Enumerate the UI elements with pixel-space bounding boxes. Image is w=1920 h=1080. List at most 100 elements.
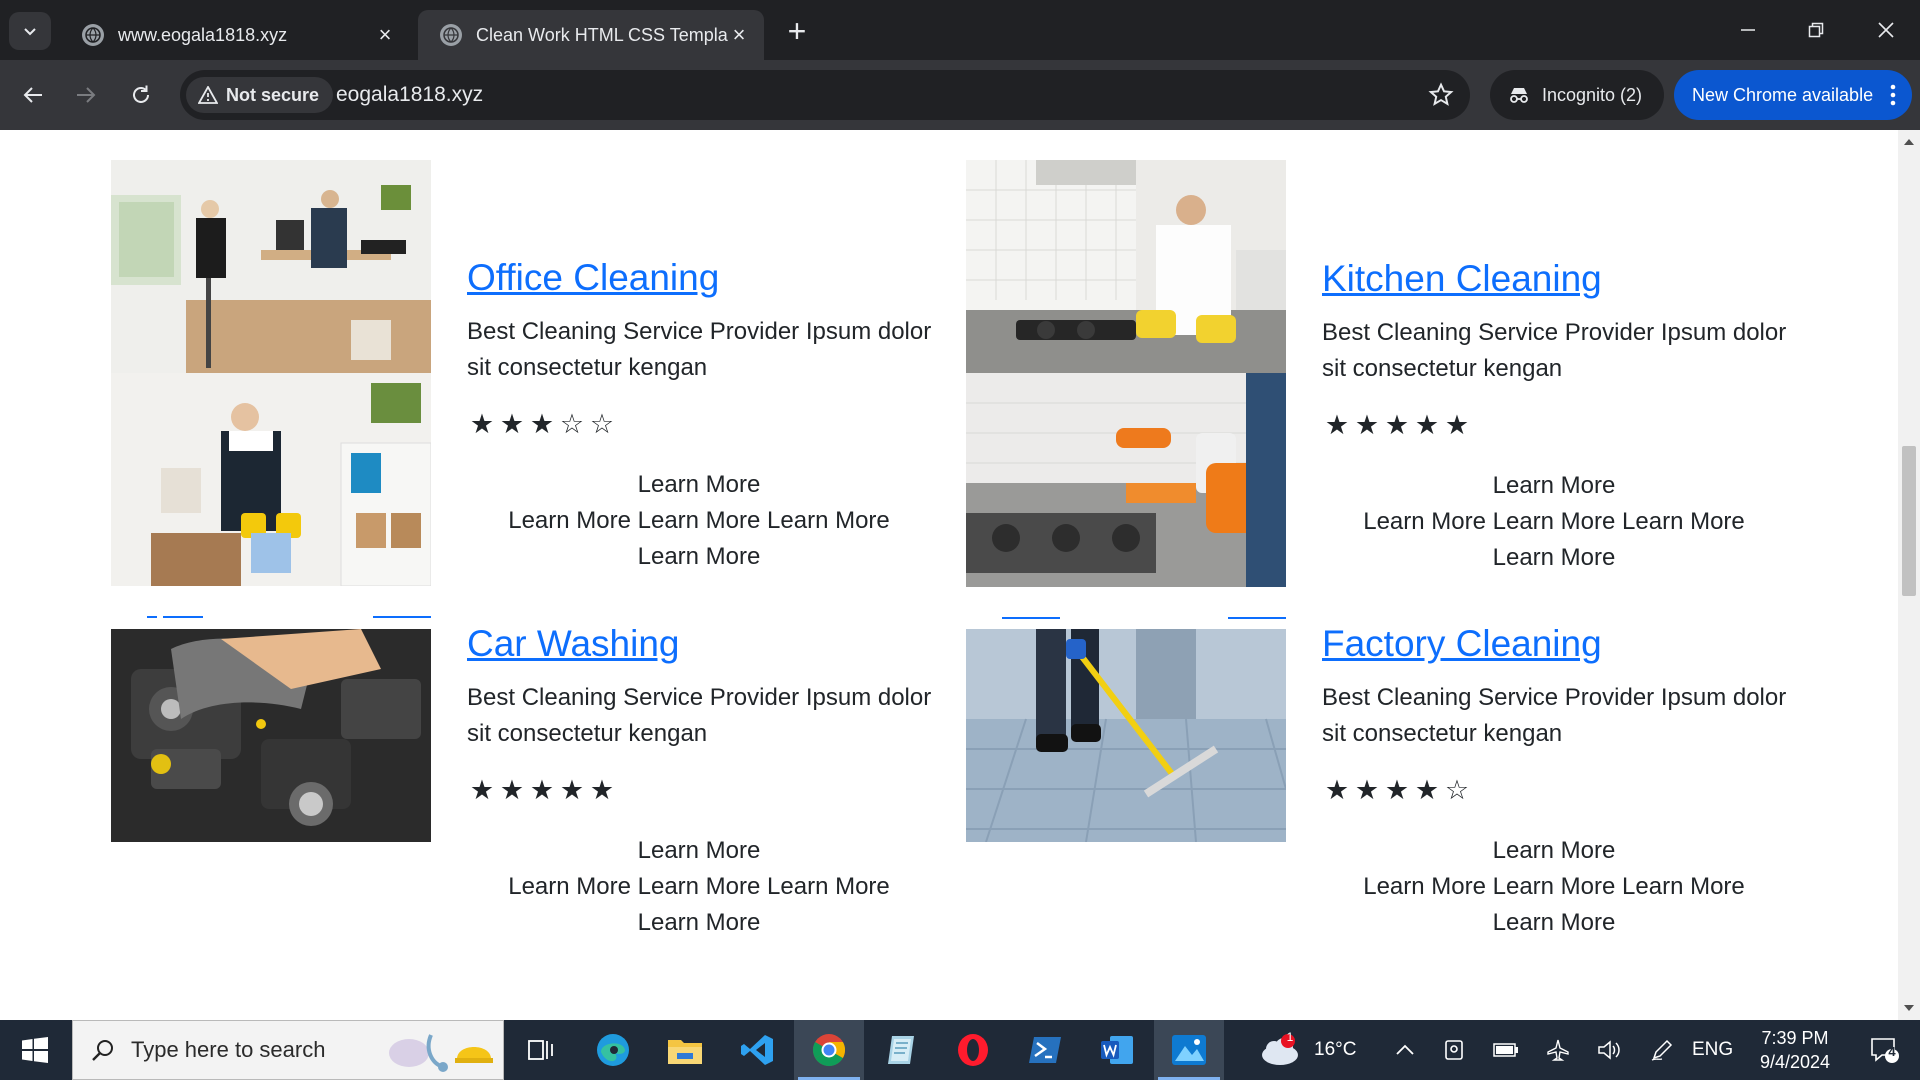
- photos-app-icon[interactable]: [1154, 1020, 1224, 1080]
- close-icon[interactable]: ×: [374, 22, 396, 47]
- scroll-down-arrow-icon[interactable]: [1898, 998, 1920, 1018]
- tab-search-button[interactable]: [9, 12, 51, 50]
- taskbar-search-box[interactable]: Type here to search: [72, 1020, 504, 1080]
- tab-clean-work[interactable]: Clean Work HTML CSS Template ×: [418, 10, 764, 60]
- forward-button[interactable]: [66, 75, 106, 115]
- learn-more-link[interactable]: Learn More Learn More Learn More: [1363, 508, 1745, 535]
- star-empty-icon: ☆: [589, 409, 615, 439]
- update-chrome-button[interactable]: New Chrome available: [1674, 70, 1912, 120]
- start-button[interactable]: [0, 1020, 70, 1080]
- star-filled-icon: ★: [499, 409, 525, 439]
- powershell-icon[interactable]: [1010, 1020, 1080, 1080]
- star-filled-icon: ★: [1324, 410, 1350, 440]
- learn-more-link[interactable]: Learn More Learn More Learn More: [508, 507, 890, 534]
- star-filled-icon: ★: [529, 775, 555, 805]
- kitchen-cleaning-image-1: [966, 160, 1286, 373]
- learn-more-links: Learn More Learn More Learn More Learn M…: [1322, 833, 1786, 941]
- edge-browser-icon[interactable]: [578, 1020, 648, 1080]
- file-explorer-icon[interactable]: [650, 1020, 720, 1080]
- chrome-icon[interactable]: [794, 1020, 864, 1080]
- airplane-mode-icon[interactable]: [1532, 1020, 1584, 1080]
- meet-now-icon[interactable]: [1428, 1020, 1480, 1080]
- reload-button[interactable]: [121, 75, 161, 115]
- windows-logo-icon: [22, 1037, 48, 1063]
- address-bar[interactable]: Not secure eogala1818.xyz: [180, 70, 1470, 120]
- tab-eogala[interactable]: www.eogala1818.xyz ×: [60, 10, 410, 60]
- service-title-link[interactable]: Factory Cleaning: [1322, 623, 1602, 665]
- back-button[interactable]: [13, 75, 53, 115]
- service-description: Best Cleaning Service Provider Ipsum dol…: [1322, 319, 1787, 382]
- browser-toolbar: Not secure eogala1818.xyz Incognito (2) …: [0, 60, 1920, 130]
- volume-icon[interactable]: [1584, 1020, 1636, 1080]
- battery-icon[interactable]: [1480, 1020, 1532, 1080]
- learn-more-link[interactable]: Learn More Learn More Learn More: [508, 873, 890, 900]
- learn-more-link[interactable]: Learn More Learn More Learn More: [1363, 873, 1745, 900]
- notification-center-icon[interactable]: 4: [1850, 1020, 1920, 1080]
- incognito-label: Incognito (2): [1542, 84, 1643, 105]
- learn-more-link[interactable]: Learn More: [1493, 909, 1616, 936]
- update-label: New Chrome available: [1692, 84, 1874, 105]
- star-filled-icon: ★: [1384, 775, 1410, 805]
- minimize-button[interactable]: [1718, 10, 1778, 50]
- learn-more-link[interactable]: Learn More: [638, 909, 761, 936]
- clock-time: 7:39 PM: [1761, 1028, 1829, 1048]
- service-title-link[interactable]: Kitchen Cleaning: [1322, 258, 1602, 300]
- star-empty-icon: ☆: [559, 409, 585, 439]
- url-text[interactable]: eogala1818.xyz: [336, 83, 483, 107]
- pen-icon[interactable]: [1636, 1020, 1688, 1080]
- notes-app-icon[interactable]: [866, 1020, 936, 1080]
- chevron-up-icon[interactable]: [1382, 1020, 1428, 1080]
- restore-icon: [1808, 22, 1824, 38]
- scroll-up-arrow-icon[interactable]: [1898, 132, 1920, 152]
- page-scrollbar[interactable]: [1898, 130, 1920, 1020]
- tab-title: www.eogala1818.xyz: [118, 24, 288, 45]
- close-icon[interactable]: ×: [728, 22, 750, 47]
- language-indicator[interactable]: ENG: [1692, 1020, 1733, 1080]
- clock[interactable]: 7:39 PM 9/4/2024: [1740, 1026, 1850, 1074]
- scrollbar-thumb[interactable]: [1902, 446, 1916, 596]
- clock-date: 9/4/2024: [1759, 1052, 1831, 1072]
- learn-more-links: Learn More Learn More Learn More Learn M…: [467, 833, 931, 941]
- new-tab-button[interactable]: +: [780, 14, 814, 48]
- incognito-button[interactable]: Incognito (2): [1490, 70, 1664, 120]
- tab-title: Clean Work HTML CSS Template: [476, 24, 728, 45]
- star-filled-icon: ★: [589, 775, 615, 805]
- star-filled-icon: ★: [529, 409, 555, 439]
- close-icon: [1878, 22, 1894, 38]
- notification-count: 4: [1888, 1044, 1896, 1059]
- learn-more-link[interactable]: Learn More: [1493, 837, 1616, 864]
- weather-widget[interactable]: 1 16°C: [1258, 1020, 1356, 1080]
- globe-icon: [440, 24, 462, 46]
- reload-icon: [133, 85, 149, 103]
- bookmark-star-icon[interactable]: [1428, 82, 1454, 113]
- security-chip[interactable]: Not secure: [186, 77, 334, 113]
- service-title-link[interactable]: Car Washing: [467, 623, 679, 665]
- star-filled-icon: ★: [1384, 410, 1410, 440]
- browser-tab-strip: www.eogala1818.xyz × Clean Work HTML CSS…: [0, 0, 1920, 60]
- service-title-link[interactable]: Office Cleaning: [467, 257, 719, 299]
- arrow-right-icon: [77, 87, 96, 103]
- search-icon: [92, 1040, 113, 1061]
- office-cleaning-image-1: [111, 160, 431, 373]
- star-filled-icon: ★: [1354, 775, 1380, 805]
- search-placeholder: Type here to search: [131, 1037, 326, 1062]
- star-rating: ★ ★ ★ ★ ★: [1322, 410, 1472, 440]
- warning-icon: [198, 86, 218, 104]
- windows-taskbar: Type here to search 1 16°C ENG 7:39 PM 9…: [0, 1020, 1920, 1080]
- vscode-icon[interactable]: [722, 1020, 792, 1080]
- page-viewport: Office Cleaning Best Cleaning Service Pr…: [0, 130, 1898, 1020]
- task-view-icon[interactable]: [506, 1020, 576, 1080]
- service-description: Best Cleaning Service Provider Ipsum dol…: [1322, 684, 1787, 747]
- learn-more-link[interactable]: Learn More: [638, 471, 761, 498]
- restore-button[interactable]: [1786, 10, 1846, 50]
- star-filled-icon: ★: [499, 775, 525, 805]
- star-filled-icon: ★: [1414, 775, 1440, 805]
- opera-icon[interactable]: [938, 1020, 1008, 1080]
- learn-more-link[interactable]: Learn More: [638, 837, 761, 864]
- learn-more-link[interactable]: Learn More: [1493, 472, 1616, 499]
- close-window-button[interactable]: [1856, 10, 1916, 50]
- word-icon[interactable]: [1082, 1020, 1152, 1080]
- service-description: Best Cleaning Service Provider Ipsum dol…: [467, 684, 932, 747]
- star-filled-icon: ★: [469, 775, 495, 805]
- arrow-left-icon: [23, 87, 42, 103]
